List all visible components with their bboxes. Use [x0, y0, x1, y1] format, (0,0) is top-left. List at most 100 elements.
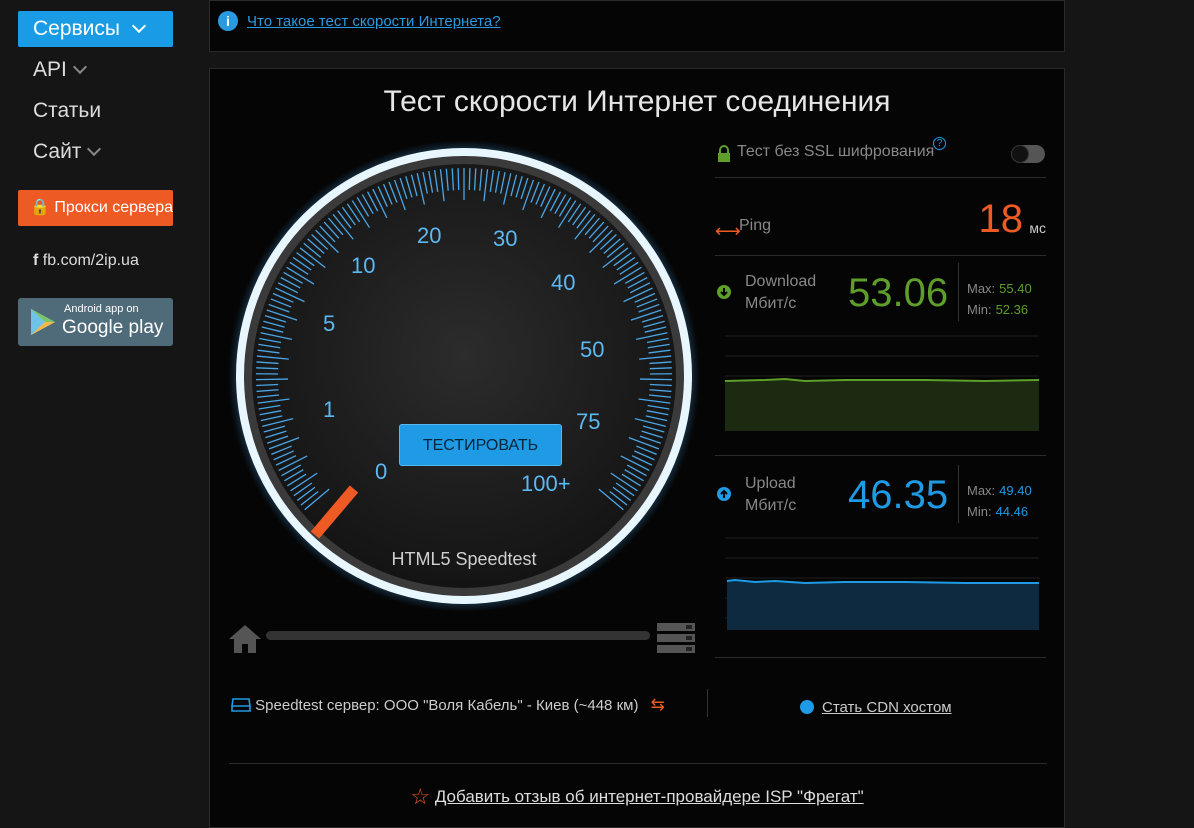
- gauge-label-100: 100+: [521, 471, 571, 496]
- nav-item-api-label: API: [33, 58, 67, 81]
- lock-icon: 🔒: [30, 199, 50, 216]
- nav-item-api[interactable]: API: [33, 58, 85, 82]
- upload-row: Upload Мбит/с 46.35 Max: 49.40 Min:44.46: [715, 457, 1046, 658]
- google-play-badge[interactable]: Android app on Google play: [18, 298, 173, 346]
- download-unit: Мбит/с: [745, 293, 816, 315]
- upload-max: Max: 49.40: [967, 483, 1032, 498]
- ping-unit: мс: [1029, 220, 1046, 236]
- sidebar: Сервисы API Статьи Сайт 🔒 Прокси сервера…: [0, 0, 190, 816]
- download-min-value: 52.36: [996, 302, 1029, 317]
- nav-item-articles[interactable]: Статьи: [33, 99, 101, 123]
- speedtest-server-info: Speedtest сервер: ООО "Воля Кабель" - Ки…: [231, 695, 665, 715]
- speedtest-panel: Тест скорости Интернет соединения 0 1 5: [209, 68, 1065, 828]
- nav-item-articles-label: Статьи: [33, 99, 101, 122]
- divider: [707, 689, 708, 717]
- upload-value: 46.35: [848, 473, 948, 518]
- services-menu-button[interactable]: Сервисы: [18, 11, 173, 47]
- facebook-link[interactable]: f fb.com/2ip.ua: [33, 252, 139, 270]
- chevron-down-icon: [73, 60, 87, 74]
- ping-arrows-icon: ⟷: [715, 221, 741, 242]
- divider: [958, 465, 959, 523]
- upload-max-value: 49.40: [999, 483, 1032, 498]
- ping-label: Ping: [739, 217, 771, 235]
- divider: [958, 263, 959, 321]
- gauge-tick: [256, 379, 288, 380]
- cdn-label: Стать CDN хостом: [822, 699, 952, 716]
- gauge-caption: HTML5 Speedtest: [391, 549, 536, 569]
- globe-icon: [800, 700, 814, 714]
- divider: [229, 763, 1047, 764]
- start-test-button[interactable]: ТЕСТИРОВАТЬ: [399, 424, 562, 466]
- speedtest-info-link[interactable]: Что такое тест скорости Интернета?: [247, 13, 501, 30]
- gauge-label-20: 20: [417, 223, 441, 248]
- google-play-icon: [28, 307, 58, 337]
- download-arrow-icon: [717, 285, 731, 299]
- info-icon: i: [218, 11, 238, 31]
- gauge-label-5: 5: [323, 311, 335, 336]
- max-label: Max:: [967, 483, 995, 498]
- upload-unit: Мбит/с: [745, 495, 796, 517]
- gauge-label-30: 30: [493, 226, 517, 251]
- info-bar: i Что такое тест скорости Интернета?: [209, 0, 1065, 52]
- gauge-tick: [458, 168, 459, 190]
- download-row: Download Мбит/с 53.06 Max: 55.40 Min: 52.3…: [715, 255, 1046, 456]
- gauge-tick: [256, 368, 278, 369]
- add-review-link[interactable]: ☆ Добавить отзыв об интернет-провайдере …: [210, 784, 1064, 810]
- ping-row: ⟷ Ping 18 мс: [715, 177, 1046, 256]
- ssl-toggle-row: Тест без SSL шифрования ?: [715, 137, 1046, 178]
- chevron-down-icon: [87, 142, 101, 156]
- gauge-label-50: 50: [580, 337, 604, 362]
- upload-arrow-icon: [717, 487, 731, 501]
- server-icon: [656, 622, 696, 654]
- cdn-host-link[interactable]: Стать CDN хостом: [800, 699, 952, 716]
- download-value: 53.06: [848, 271, 948, 316]
- toggle-knob: [1011, 145, 1029, 163]
- upload-label: Upload Мбит/с: [745, 473, 796, 517]
- gauge-label-75: 75: [576, 409, 600, 434]
- nav-item-site[interactable]: Сайт: [33, 140, 99, 164]
- page-title: Тест скорости Интернет соединения: [210, 85, 1064, 119]
- gauge-label-0: 0: [375, 459, 387, 484]
- proxy-label: Прокси сервера: [54, 199, 173, 216]
- facebook-icon: f: [33, 252, 38, 269]
- download-max-value: 55.40: [999, 281, 1032, 296]
- gauge-tick: [640, 379, 672, 380]
- download-label: Download Мбит/с: [745, 271, 816, 315]
- hard-drive-icon: [231, 698, 251, 712]
- services-label: Сервисы: [33, 17, 120, 40]
- speed-gauge: 0 1 5 10 20 30 40 50 75 100+ HTML5 Speed…: [227, 139, 701, 618]
- upload-min: Min:44.46: [967, 504, 1028, 519]
- gplay-big-text: Google play: [62, 317, 163, 339]
- test-progress-bar: [266, 631, 650, 640]
- facebook-link-label: fb.com/2ip.ua: [43, 252, 139, 269]
- nav-item-site-label: Сайт: [33, 140, 81, 163]
- download-title: Download: [745, 271, 816, 293]
- download-min: Min: 52.36: [967, 302, 1028, 317]
- gauge-label-40: 40: [551, 270, 575, 295]
- upload-title: Upload: [745, 473, 796, 495]
- ssl-label: Тест без SSL шифрования: [737, 143, 934, 161]
- gauge-dial: 0 1 5 10 20 30 40 50 75 100+ HTML5 Speed…: [227, 139, 701, 613]
- gauge-tick: [650, 368, 672, 369]
- gplay-small-text: Android app on: [64, 303, 139, 315]
- ping-value: 18: [979, 197, 1024, 242]
- refresh-server-icon[interactable]: ⇆: [651, 695, 665, 714]
- gauge-label-1: 1: [323, 397, 335, 422]
- home-icon: [228, 624, 262, 654]
- min-label: Min:: [967, 302, 992, 317]
- gauge-label-10: 10: [351, 253, 375, 278]
- ssl-toggle[interactable]: [1011, 145, 1045, 163]
- server-label: Speedtest сервер: ООО "Воля Кабель" - Ки…: [255, 697, 638, 714]
- chevron-down-icon: [132, 19, 146, 33]
- max-label: Max:: [967, 281, 995, 296]
- gauge-tick: [469, 168, 470, 190]
- lock-icon: [717, 145, 731, 163]
- download-max: Max: 55.40: [967, 281, 1032, 296]
- download-chart: [725, 331, 1039, 431]
- review-label: Добавить отзыв об интернет-провайдере IS…: [435, 787, 864, 806]
- upload-chart: [725, 533, 1039, 633]
- help-icon[interactable]: ?: [933, 137, 946, 150]
- upload-min-value: 44.46: [996, 504, 1029, 519]
- proxy-servers-button[interactable]: 🔒 Прокси сервера: [18, 190, 173, 226]
- star-icon: ☆: [410, 784, 430, 809]
